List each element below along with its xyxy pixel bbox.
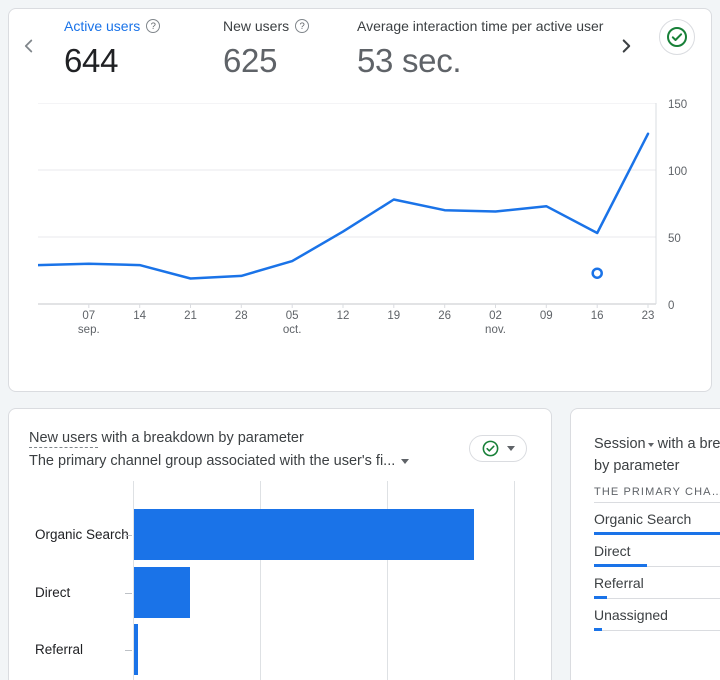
session-row-organic-search[interactable]: Organic Search [594,503,720,535]
category-axis-tick [125,535,132,536]
metrics-summary-card: Active users ? 644 New users ? 625 Avera… [8,8,712,392]
card-title-text: with a breakdown by parameter [98,430,304,446]
dimension-selector[interactable]: The primary channel group associated wit… [29,453,409,469]
session-row-label: Direct [594,535,720,559]
bar-category-label: Referral [35,642,83,658]
open-point-marker [593,269,602,278]
x-axis-tick-label: 21 [169,309,213,323]
help-icon[interactable]: ? [146,19,160,33]
metric-value: 53 sec. [357,43,639,79]
x-axis-tick-label: 05oct. [270,309,314,337]
chevron-down-icon [507,446,515,451]
active-users-trend-chart: 15010050007sep.14212805oct.12192602nov.0… [38,103,708,367]
y-axis-tick-label: 0 [668,299,704,313]
metric-avg-interaction-time[interactable]: Average interaction time per active user… [357,17,639,79]
session-row-direct[interactable]: Direct [594,535,720,567]
session-row-bar [594,628,602,631]
category-axis-tick [125,650,132,651]
session-row-label: Organic Search [594,503,720,527]
check-circle-icon [665,25,689,49]
metric-label[interactable]: New users [223,18,289,34]
x-axis-tick-label: 14 [118,309,162,323]
bar-category-label: Organic Search [35,527,129,543]
bar-referral[interactable] [134,624,138,675]
trend-line [38,134,648,279]
x-axis-month-label: oct. [270,323,314,337]
chevron-down-icon [401,459,409,464]
channel-bar-chart [133,481,552,680]
dimension-label[interactable]: THE PRIMARY CHA… [594,486,720,498]
session-row-unassigned[interactable]: Unassigned [594,599,720,631]
x-axis-tick-label: 28 [219,309,263,323]
sessions-breakdown-card: Session with a breakdown by parameter TH… [570,408,720,680]
chevron-left-icon [18,35,40,57]
y-axis-tick-label: 100 [668,165,704,179]
help-icon[interactable]: ? [295,19,309,33]
x-axis-month-label: sep. [67,323,111,337]
metric-value: 644 [64,43,160,79]
card-title: Session with a breakdown [594,436,720,452]
x-axis-tick-label: 23 [626,309,670,323]
sessions-channel-list: Organic Search Direct Referral Unassigned [594,502,720,631]
session-row-track [594,630,720,631]
category-axis-tick [125,593,132,594]
card-title-line2: by parameter [594,458,679,474]
y-axis-tick-label: 150 [668,98,704,112]
metric-label[interactable]: Average interaction time per active user [357,18,603,34]
metric-selector-dropdown[interactable]: Session [594,436,654,452]
bar-chart-gridline [514,481,515,680]
metric-value: 625 [223,43,309,79]
previous-metrics-button[interactable] [16,33,42,59]
session-row-label: Unassigned [594,599,720,623]
x-axis-tick-label: 09 [524,309,568,323]
card-title-text: with a breakdown [658,436,720,452]
metric-selector-link[interactable]: New users [29,430,98,448]
session-row-label: Referral [594,567,720,591]
metric-active-users[interactable]: Active users ? 644 [64,17,160,79]
bar-organic-search[interactable] [134,509,474,560]
dimension-selector-label: The primary channel group associated wit… [29,453,395,469]
x-axis-tick-label: 12 [321,309,365,323]
metric-new-users[interactable]: New users ? 625 [223,17,309,79]
chevron-right-icon [615,35,637,57]
metric-label[interactable]: Active users [64,18,140,34]
next-metrics-button[interactable] [613,33,639,59]
data-quality-dropdown-button[interactable] [469,435,527,462]
metric-selector-label: Session [594,436,646,452]
bar-category-label: Direct [35,585,70,601]
bar-direct[interactable] [134,567,190,618]
data-quality-button[interactable] [659,19,695,55]
x-axis-tick-label: 19 [372,309,416,323]
check-circle-icon [481,439,500,458]
x-axis-tick-label: 02nov. [474,309,518,337]
x-axis-tick-label: 26 [423,309,467,323]
y-axis-tick-label: 50 [668,232,704,246]
x-axis-tick-label: 07sep. [67,309,111,337]
x-axis-month-label: nov. [474,323,518,337]
new-users-breakdown-card: New users with a breakdown by parameter … [8,408,552,680]
session-row-referral[interactable]: Referral [594,567,720,599]
card-title: New users with a breakdown by parameter [29,430,304,446]
x-axis-tick-label: 16 [575,309,619,323]
trend-line-svg [38,103,658,311]
chevron-down-icon [648,443,654,447]
